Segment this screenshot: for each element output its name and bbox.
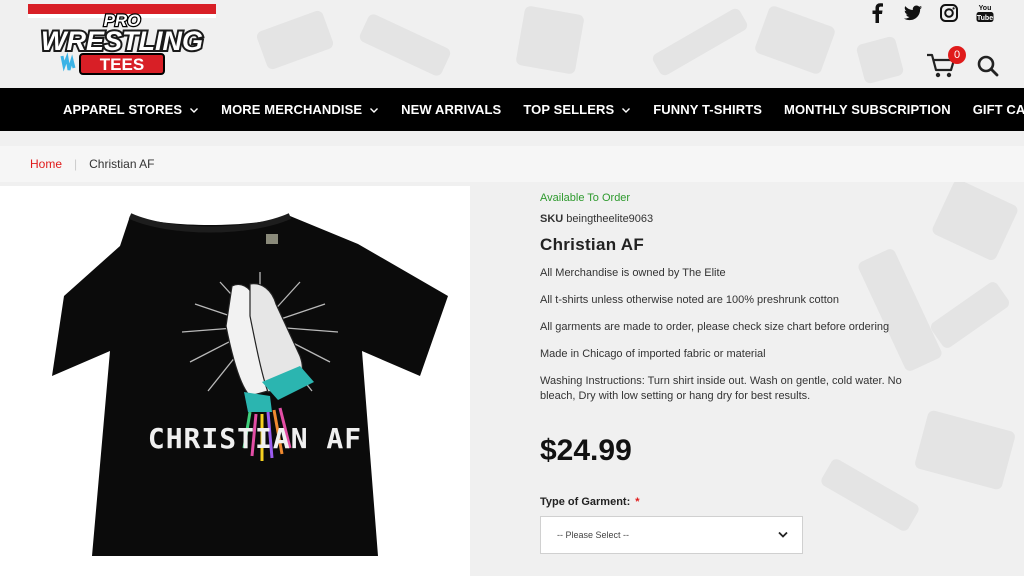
tshirt-image: CHRISTIAN AF bbox=[52, 213, 448, 556]
garment-type-label: Type of Garment: * bbox=[540, 496, 640, 508]
twitter-icon[interactable] bbox=[902, 2, 924, 24]
social-links: You Tube bbox=[866, 2, 996, 24]
availability-status: Available To Order bbox=[540, 192, 631, 204]
shirt-print-text: CHRISTIAN AF bbox=[148, 422, 362, 455]
breadcrumb-home-link[interactable]: Home bbox=[30, 157, 62, 171]
garment-type-select[interactable]: -- Please Select -- bbox=[540, 516, 803, 554]
svg-text:You: You bbox=[979, 5, 992, 12]
product-details: Available To Order SKU beingtheelite9063… bbox=[540, 192, 920, 554]
svg-text:✶: ✶ bbox=[44, 5, 52, 16]
breadcrumb-current: Christian AF bbox=[89, 157, 155, 171]
main-navigation: APPAREL STORES MORE MERCHANDISE NEW ARRI… bbox=[0, 88, 1024, 131]
nav-item-more-merchandise[interactable]: MORE MERCHANDISE bbox=[221, 102, 379, 117]
product-image[interactable]: CHRISTIAN AF bbox=[0, 186, 470, 576]
info-line: Made in Chicago of imported fabric or ma… bbox=[540, 348, 766, 360]
nav-item-funny-t-shirts[interactable]: FUNNY T-SHIRTS bbox=[653, 102, 762, 117]
sku-label: SKU bbox=[540, 213, 564, 225]
breadcrumb-separator: | bbox=[74, 157, 78, 171]
garment-select-value: -- Please Select -- bbox=[557, 530, 630, 540]
chevron-down-icon bbox=[370, 107, 379, 113]
product-title: Christian AF bbox=[540, 235, 645, 254]
svg-text:✶: ✶ bbox=[172, 5, 180, 16]
search-icon[interactable] bbox=[976, 54, 1000, 78]
cart-count-badge: 0 bbox=[948, 46, 966, 64]
chevron-down-icon bbox=[778, 531, 788, 538]
info-line: Washing Instructions: Turn shirt inside … bbox=[540, 375, 902, 402]
nav-item-top-sellers[interactable]: TOP SELLERS bbox=[523, 102, 631, 117]
svg-text:WRESTLING: WRESTLING bbox=[41, 26, 203, 56]
info-line: All t-shirts unless otherwise noted are … bbox=[540, 294, 839, 306]
chevron-down-icon bbox=[622, 107, 631, 113]
required-marker: * bbox=[635, 496, 640, 508]
nav-item-apparel-stores[interactable]: APPAREL STORES bbox=[63, 102, 199, 117]
nav-item-new-arrivals[interactable]: NEW ARRIVALS bbox=[401, 102, 501, 117]
sku-line: SKU beingtheelite9063 bbox=[540, 213, 920, 225]
nav-item-gift-cards[interactable]: GIFT CARDS bbox=[973, 102, 1024, 117]
product-info: All Merchandise is owned by The Elite Al… bbox=[540, 266, 920, 404]
instagram-icon[interactable] bbox=[938, 2, 960, 24]
info-line: All Merchandise is owned by The Elite bbox=[540, 267, 726, 279]
site-header: ✶ ✶ ✶ ✶ PRO WRESTLING TEES You Tube 0 bbox=[0, 0, 1024, 88]
youtube-icon[interactable]: You Tube bbox=[974, 2, 996, 24]
nav-item-monthly-subscription[interactable]: MONTHLY SUBSCRIPTION bbox=[784, 102, 951, 117]
facebook-icon[interactable] bbox=[866, 2, 888, 24]
chevron-down-icon bbox=[190, 107, 199, 113]
info-line: All garments are made to order, please c… bbox=[540, 321, 890, 333]
breadcrumb: Home | Christian AF bbox=[0, 146, 1024, 182]
svg-text:Tube: Tube bbox=[977, 15, 993, 22]
site-logo[interactable]: ✶ ✶ ✶ ✶ PRO WRESTLING TEES bbox=[22, 0, 222, 80]
product-price: $24.99 bbox=[540, 434, 632, 467]
svg-text:TEES: TEES bbox=[100, 55, 144, 74]
svg-text:✶: ✶ bbox=[190, 5, 198, 16]
sku-value: beingtheelite9063 bbox=[566, 213, 654, 225]
svg-text:✶: ✶ bbox=[62, 5, 70, 16]
